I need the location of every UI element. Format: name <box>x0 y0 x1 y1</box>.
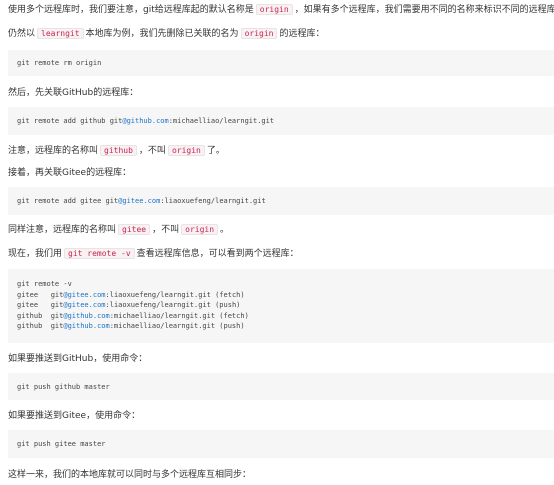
code-link[interactable]: @gitee.com <box>63 301 105 309</box>
code-block-add-gitee: git remote add gitee git@gitee.com:liaox… <box>8 187 554 215</box>
code-link[interactable]: @github.com <box>122 117 168 125</box>
inline-code-gitee: gitee <box>118 224 151 235</box>
paragraph-push-gitee: 如果要推送到Gitee，使用命令： <box>8 411 141 421</box>
inline-code-github: github <box>100 145 137 156</box>
inline-code-remote-v: git remote -v <box>64 248 135 259</box>
inline-code-origin: origin <box>181 224 219 235</box>
paragraph-sync-summary: 这样一来，我们的本地库就可以同时与多个远程库互相同步： <box>8 470 252 480</box>
paragraph-gitee-name-note: 同样注意，远程库的名称叫 gitee ，不叫 origin。 <box>8 224 230 235</box>
code-link[interactable]: @gitee.com <box>118 197 160 205</box>
paragraph-link-gitee: 接着，再关联Gitee的远程库： <box>8 168 132 178</box>
paragraph-remove-origin: 仍然以 learngit 本地库为例，我们先删除已关联的名为 origin 的远程库： <box>8 28 325 39</box>
code-line: gitee git@gitee.com:liaoxuefeng/learngit… <box>17 301 241 309</box>
paragraph-remote-v: 现在，我们用 git remote -v 查看远程库信息，可以看到两个远程库： <box>8 248 299 259</box>
paragraph-github-name-note: 注意，远程库的名称叫 github ，不叫 origin 了。 <box>8 145 225 156</box>
code-block-add-github: git remote add github git@github.com:mic… <box>8 107 554 135</box>
inline-code-origin: origin <box>240 28 278 39</box>
code-line: github git@github.com:michaelliao/learng… <box>17 322 245 330</box>
paragraph-multiple-remotes: 使用多个远程库时，我们要注意，git给远程库起的默认名称是 origin ，如果有多… <box>8 4 554 15</box>
paragraph-push-github: 如果要推送到GitHub，使用命令： <box>8 354 148 364</box>
code-block-remote-list: git remote -v gitee git@gitee.com:liaoxue… <box>8 269 554 343</box>
code-link[interactable]: @github.com <box>63 322 109 330</box>
paragraph-link-github: 然后，先关联GitHub的远程库： <box>8 88 139 98</box>
code-block-push-github: git push github master <box>8 373 554 400</box>
inline-code-origin: origin <box>167 145 205 156</box>
code-line: gitee git@gitee.com:liaoxuefeng/learngit… <box>17 290 245 299</box>
code-block-rm-origin: git remote rm origin <box>8 50 554 76</box>
inline-code-origin: origin <box>255 4 293 15</box>
inline-code-learngit: learngit <box>37 28 84 39</box>
code-line: github git@github.com:michaelliao/learng… <box>17 311 249 320</box>
code-link[interactable]: @github.com <box>63 312 109 320</box>
code-line: git remote -v <box>17 280 72 288</box>
code-link[interactable]: @gitee.com <box>63 291 105 299</box>
code-block-push-gitee: git push gitee master <box>8 430 554 458</box>
